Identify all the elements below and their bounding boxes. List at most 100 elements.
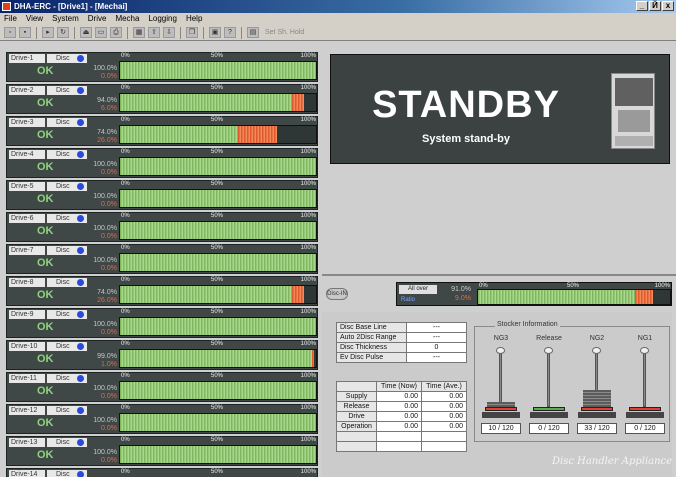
drive-row[interactable]: Drive-3 Disc OK 74.0% 26.0% 0% 50% 100%: [6, 116, 318, 146]
drive-row[interactable]: Drive-9 Disc OK 100.0% 0.0% 0% 50% 100%: [6, 308, 318, 338]
toolbar-separator: [74, 26, 75, 39]
drive-row[interactable]: Drive-10 Disc OK 99.0% 1.0% 0% 50% 100%: [6, 340, 318, 370]
overall-bar: [477, 289, 671, 305]
drive-name[interactable]: Drive-3: [9, 118, 45, 127]
drive-row[interactable]: Drive-5 Disc OK 100.0% 0.0% 0% 50% 100%: [6, 180, 318, 210]
drive-name[interactable]: Drive-11: [9, 374, 45, 383]
disc-in-button[interactable]: Disc-IN: [326, 288, 348, 300]
drive-bar-error: [237, 126, 277, 143]
disc-indicator[interactable]: Disc: [47, 118, 87, 127]
toolbar-separator: [127, 26, 128, 39]
disc-indicator[interactable]: Disc: [47, 86, 87, 95]
copy-icon[interactable]: ❐: [186, 27, 198, 38]
menu-drive[interactable]: Drive: [88, 13, 107, 25]
disc-indicator[interactable]: Disc: [47, 438, 87, 447]
scale-0: 0%: [121, 245, 130, 251]
drive-scale: 0% 50% 100%: [119, 277, 317, 284]
help-icon[interactable]: ?: [224, 27, 236, 38]
scale-50: 50%: [211, 213, 224, 219]
menu-file[interactable]: File: [4, 13, 17, 25]
time-now: [376, 441, 422, 452]
drive-scale: 0% 50% 100%: [119, 309, 317, 316]
drive-name[interactable]: Drive-4: [9, 150, 45, 159]
disc-label: Disc: [56, 375, 70, 382]
drive-row[interactable]: Drive-13 Disc OK 100.0% 0.0% 0% 50% 100%: [6, 436, 318, 466]
drive-pct-error: 26.0%: [97, 137, 117, 144]
drive-row[interactable]: Drive-8 Disc OK 74.0% 26.0% 0% 50% 100%: [6, 276, 318, 306]
scale-50: 50%: [211, 341, 224, 347]
save-icon[interactable]: ▪: [19, 27, 31, 38]
disc-info-value: 0: [406, 342, 467, 353]
menu-mecha[interactable]: Mecha: [115, 13, 139, 25]
stocker-pole: [547, 349, 550, 407]
new-icon[interactable]: ▫: [4, 27, 16, 38]
disc-indicator[interactable]: Disc: [47, 214, 87, 223]
menu-help[interactable]: Help: [186, 13, 202, 25]
drive-row[interactable]: Drive-12 Disc OK 100.0% 0.0% 0% 50% 100%: [6, 404, 318, 434]
drive-bar-error: [312, 350, 315, 367]
scale-0: 0%: [121, 405, 130, 411]
download-icon[interactable]: ⇩: [163, 27, 175, 38]
menu-logging[interactable]: Logging: [148, 13, 176, 25]
upload-icon[interactable]: ⇧: [148, 27, 160, 38]
drive-row[interactable]: Drive-11 Disc OK 100.0% 0.0% 0% 50% 100%: [6, 372, 318, 402]
drive-pct-error: 0.0%: [101, 201, 117, 208]
scale-100: 100%: [300, 309, 316, 315]
drive-name[interactable]: Drive-10: [9, 342, 45, 351]
drive-name[interactable]: Drive-14: [9, 470, 45, 477]
disc-label: Disc: [56, 343, 70, 350]
drive-name[interactable]: Drive-7: [9, 246, 45, 255]
drive-bar: [119, 381, 317, 400]
disc-status-icon: [77, 247, 84, 254]
drive-bar-fill: [120, 414, 316, 431]
drive-name[interactable]: Drive-5: [9, 182, 45, 191]
close-button[interactable]: x: [662, 1, 674, 11]
time-now: 0.00: [376, 401, 422, 412]
stocker-information: Stocker Information NG3 10 / 120 Release 0 …: [474, 321, 670, 442]
scale-0: 0%: [121, 149, 130, 155]
disc-status-icon: [77, 343, 84, 350]
drive-status: OK: [37, 417, 54, 429]
all-over-button[interactable]: All over: [399, 285, 437, 294]
toolbar-separator: [203, 26, 204, 39]
drive-name[interactable]: Drive-13: [9, 438, 45, 447]
tray-icon[interactable]: ▭: [95, 27, 107, 38]
restore-button[interactable]: Й: [649, 1, 661, 11]
drive-row[interactable]: Drive-7 Disc OK 100.0% 0.0% 0% 50% 100%: [6, 244, 318, 274]
drive-name[interactable]: Drive-1: [9, 54, 45, 63]
window-icon[interactable]: ▣: [209, 27, 221, 38]
disc-indicator[interactable]: Disc: [47, 342, 87, 351]
disc-indicator[interactable]: Disc: [47, 310, 87, 319]
disc-indicator[interactable]: Disc: [47, 54, 87, 63]
refresh-icon[interactable]: ↻: [57, 27, 69, 38]
drive-row[interactable]: Drive-4 Disc OK 100.0% 0.0% 0% 50% 100%: [6, 148, 318, 178]
drive-row[interactable]: Drive-6 Disc OK 100.0% 0.0% 0% 50% 100%: [6, 212, 318, 242]
print-icon[interactable]: ⎙: [110, 27, 122, 38]
menu-view[interactable]: View: [26, 13, 43, 25]
drive-row[interactable]: Drive-14DiscOK0%50%100%: [6, 468, 318, 477]
menu-system[interactable]: System: [52, 13, 79, 25]
grid-icon[interactable]: ▦: [133, 27, 145, 38]
drive-name[interactable]: Drive-12: [9, 406, 45, 415]
minimize-button[interactable]: _: [636, 1, 648, 11]
disc-status-icon: [77, 407, 84, 414]
drive-bar-fill: [120, 286, 293, 303]
disc-indicator[interactable]: Disc: [47, 246, 87, 255]
disc-indicator[interactable]: Disc: [47, 470, 87, 477]
drive-row[interactable]: Drive-1 Disc OK 100.0% 0.0% 0% 50% 100%: [6, 52, 318, 82]
drive-name[interactable]: Drive-6: [9, 214, 45, 223]
start-icon[interactable]: ▸: [42, 27, 54, 38]
disc-indicator[interactable]: Disc: [47, 150, 87, 159]
disc-indicator[interactable]: Disc: [47, 406, 87, 415]
drive-name[interactable]: Drive-8: [9, 278, 45, 287]
stocker-base: [626, 412, 664, 418]
drive-row[interactable]: Drive-2 Disc OK 94.0% 6.0% 0% 50% 100%: [6, 84, 318, 114]
disc-status-icon: [77, 215, 84, 222]
eject-icon[interactable]: ⏏: [80, 27, 92, 38]
panel-divider: [322, 274, 676, 276]
disc-indicator[interactable]: Disc: [47, 278, 87, 287]
disc-indicator[interactable]: Disc: [47, 182, 87, 191]
drive-name[interactable]: Drive-9: [9, 310, 45, 319]
drive-name[interactable]: Drive-2: [9, 86, 45, 95]
disc-indicator[interactable]: Disc: [47, 374, 87, 383]
